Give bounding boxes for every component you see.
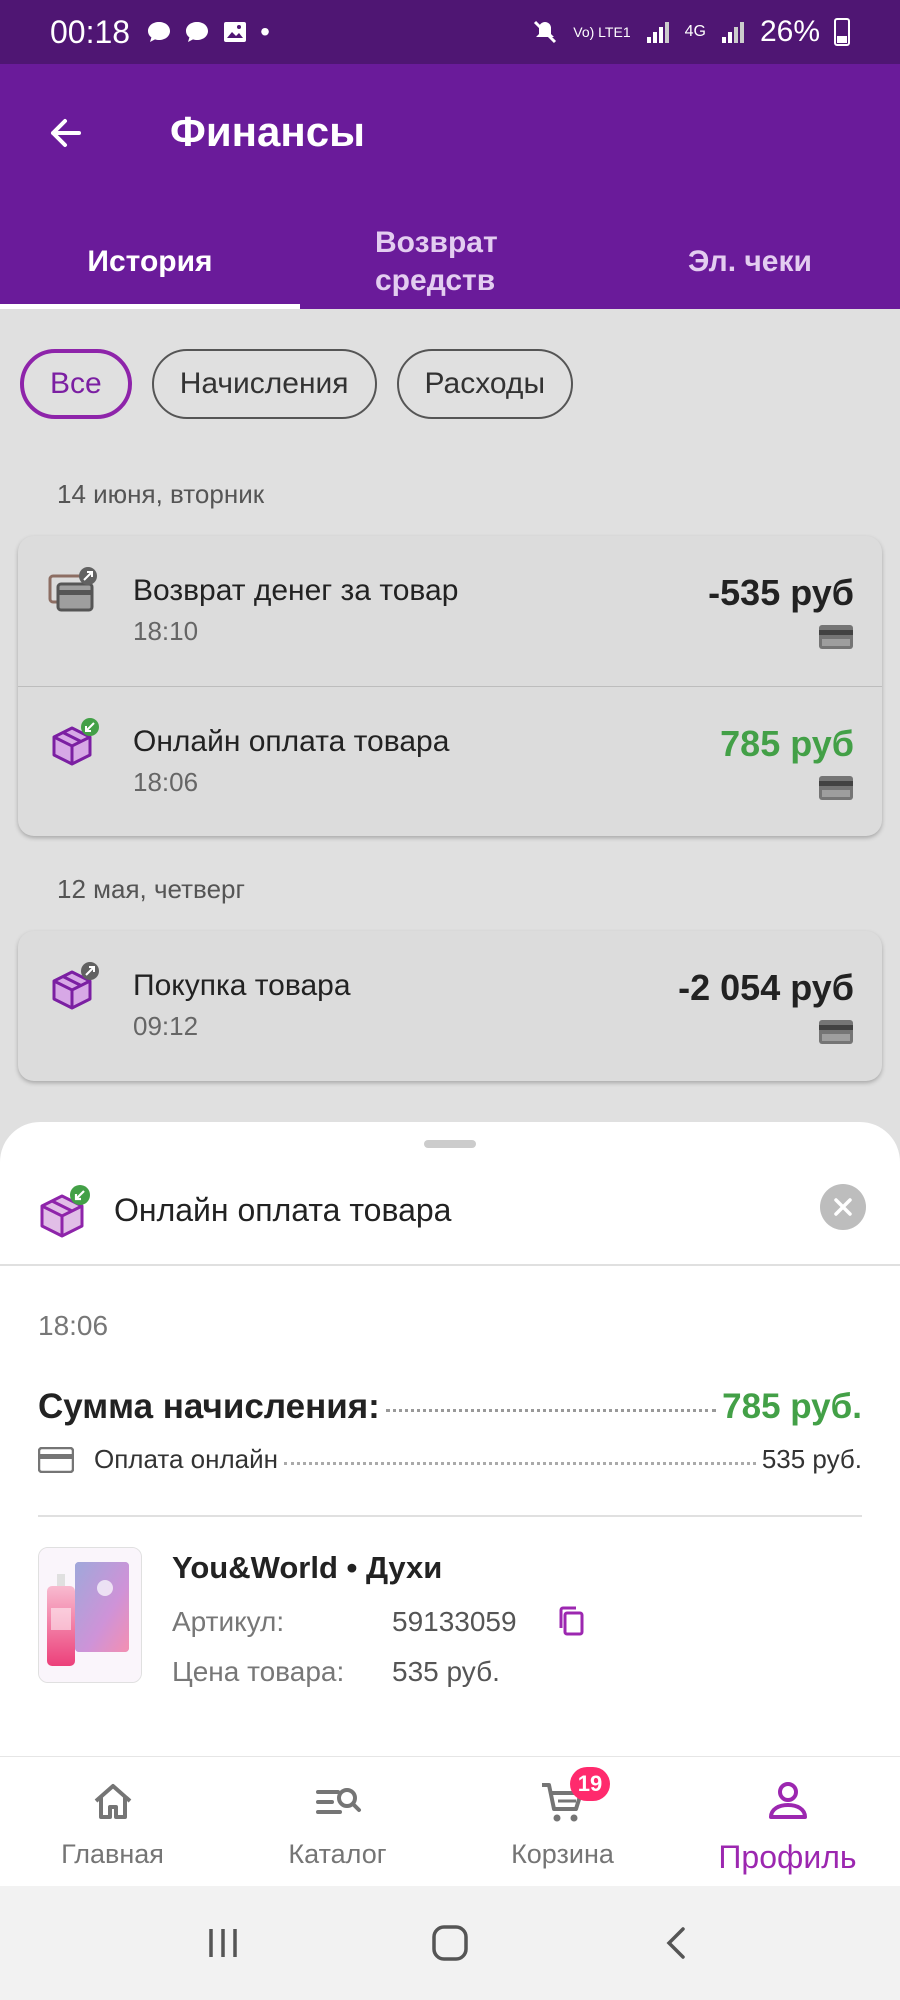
back-system-button[interactable]	[647, 1913, 707, 1973]
image-icon	[224, 22, 247, 42]
transaction-name: Онлайн оплата товара	[133, 725, 450, 758]
product-name[interactable]: You&World • Духи	[172, 1550, 442, 1586]
tab-label: Возврат средств	[375, 225, 498, 297]
close-icon	[834, 1198, 852, 1216]
app-bar: Финансы История Возврат средств Эл. чеки	[0, 64, 900, 309]
sum-value: 785 руб.	[722, 1387, 862, 1426]
signal-icon	[646, 22, 669, 43]
nav-label: Главная	[61, 1839, 164, 1869]
transaction-amount: 785 руб	[720, 723, 854, 764]
history-content: Все Начисления Расходы 14 июня, вторник …	[0, 309, 900, 1124]
nav-cart[interactable]: 19 Корзина	[450, 1757, 675, 1886]
close-button[interactable]	[820, 1184, 866, 1230]
home-system-button[interactable]	[420, 1913, 480, 1973]
box-incoming-icon	[40, 1185, 90, 1238]
transaction-detail-sheet: Онлайн оплата товара 18:06 Сумма начисле…	[0, 1122, 900, 1756]
message-icon	[186, 22, 209, 42]
signal-icon	[721, 22, 744, 43]
transaction-time: 09:12	[133, 1011, 199, 1041]
tab-refund[interactable]: Возврат средств	[300, 214, 600, 309]
home-icon	[94, 1784, 131, 1819]
nav-home[interactable]: Главная	[0, 1757, 225, 1886]
product-image[interactable]	[38, 1547, 142, 1683]
card-icon	[38, 1446, 74, 1473]
page-title: Финансы	[170, 108, 365, 155]
chevron-left-icon	[666, 1927, 685, 1959]
card-icon	[819, 625, 853, 649]
notification-icons: •	[146, 16, 270, 48]
transaction-card: Возврат денег за товар 18:10 -535 руб Он…	[18, 536, 882, 836]
mute-icon	[534, 20, 557, 44]
bottom-navigation: Главная Каталог 19 Корзина Профиль	[0, 1756, 900, 1886]
status-time: 00:18	[50, 13, 131, 50]
arrow-left-icon	[51, 119, 81, 147]
nav-catalog[interactable]: Каталог	[225, 1757, 450, 1886]
price-label: Цена товара:	[172, 1656, 345, 1687]
recent-apps-icon	[209, 1929, 238, 1957]
date-header: 12 мая, четверг	[57, 874, 245, 904]
nav-label: Профиль	[718, 1839, 857, 1875]
nav-label: Корзина	[511, 1839, 614, 1869]
price-value: 535 руб.	[392, 1656, 500, 1687]
volte-label: Vo) LTE1	[573, 24, 631, 40]
transaction-row[interactable]: Онлайн оплата товара 18:06 785 руб	[18, 686, 882, 836]
profile-icon	[768, 1782, 807, 1819]
refund-card-icon	[48, 567, 97, 612]
battery-percent: 26%	[759, 15, 820, 48]
dot-icon: •	[260, 16, 270, 47]
tab-receipts[interactable]: Эл. чеки	[600, 214, 900, 309]
article-label: Артикул:	[172, 1606, 285, 1637]
battery-icon	[834, 18, 850, 46]
date-header: 14 июня, вторник	[57, 479, 265, 509]
dotted-leader	[284, 1462, 756, 1465]
divider	[0, 1264, 900, 1266]
dotted-leader	[385, 1409, 717, 1412]
filter-all[interactable]: Все	[20, 349, 132, 419]
copy-icon[interactable]	[556, 1604, 586, 1638]
tab-label: Эл. чеки	[688, 244, 812, 278]
transaction-amount: -535 руб	[708, 572, 854, 613]
back-button[interactable]	[40, 108, 90, 158]
transaction-time: 18:06	[133, 767, 199, 797]
cart-badge: 19	[570, 1767, 610, 1801]
nav-profile[interactable]: Профиль	[675, 1757, 900, 1886]
home-square-icon	[432, 1925, 468, 1961]
tab-label: История	[87, 244, 213, 278]
divider	[38, 1515, 862, 1517]
transaction-amount: -2 054 руб	[678, 967, 854, 1008]
transaction-time: 18:10	[133, 616, 199, 646]
payment-label: Оплата онлайн	[94, 1444, 278, 1474]
status-right: Vo) LTE1 4G 26%	[531, 15, 850, 49]
message-icon	[148, 22, 171, 42]
transaction-card: Покупка товара 09:12 -2 054 руб	[18, 931, 882, 1081]
perfume-image	[39, 1548, 141, 1682]
sheet-drag-handle[interactable]	[424, 1140, 476, 1148]
payment-row: Оплата онлайн 535 руб.	[38, 1444, 862, 1475]
status-bar: 00:18 • Vo) LTE1 4G 26%	[0, 0, 900, 64]
transaction-name: Возврат денег за товар	[133, 574, 459, 607]
network-type: 4G	[684, 23, 706, 40]
tabs: История Возврат средств Эл. чеки	[0, 214, 900, 309]
catalog-search-icon	[315, 1788, 361, 1814]
box-incoming-icon	[52, 718, 99, 766]
tab-history[interactable]: История	[0, 214, 300, 309]
box-outgoing-icon	[52, 962, 99, 1010]
filter-expenses[interactable]: Расходы	[396, 349, 574, 419]
article-value: 59133059	[392, 1606, 517, 1637]
filter-income[interactable]: Начисления	[151, 349, 377, 419]
accrual-sum-row: Сумма начисления: 785 руб.	[38, 1387, 862, 1427]
filter-chips: Все Начисления Расходы	[20, 349, 574, 419]
card-icon	[819, 776, 853, 800]
nav-label: Каталог	[288, 1839, 387, 1869]
transaction-row[interactable]: Покупка товара 09:12 -2 054 руб	[18, 931, 882, 1081]
transaction-name: Покупка товара	[133, 969, 351, 1002]
system-navigation-bar	[0, 1886, 900, 2000]
transaction-row[interactable]: Возврат денег за товар 18:10 -535 руб	[18, 536, 882, 686]
sum-label: Сумма начисления:	[38, 1387, 380, 1426]
recent-apps-button[interactable]	[193, 1913, 253, 1973]
sheet-title: Онлайн оплата товара	[114, 1192, 452, 1228]
payment-value: 535 руб.	[761, 1444, 862, 1474]
transaction-time: 18:06	[38, 1310, 109, 1341]
card-icon	[819, 1020, 853, 1044]
